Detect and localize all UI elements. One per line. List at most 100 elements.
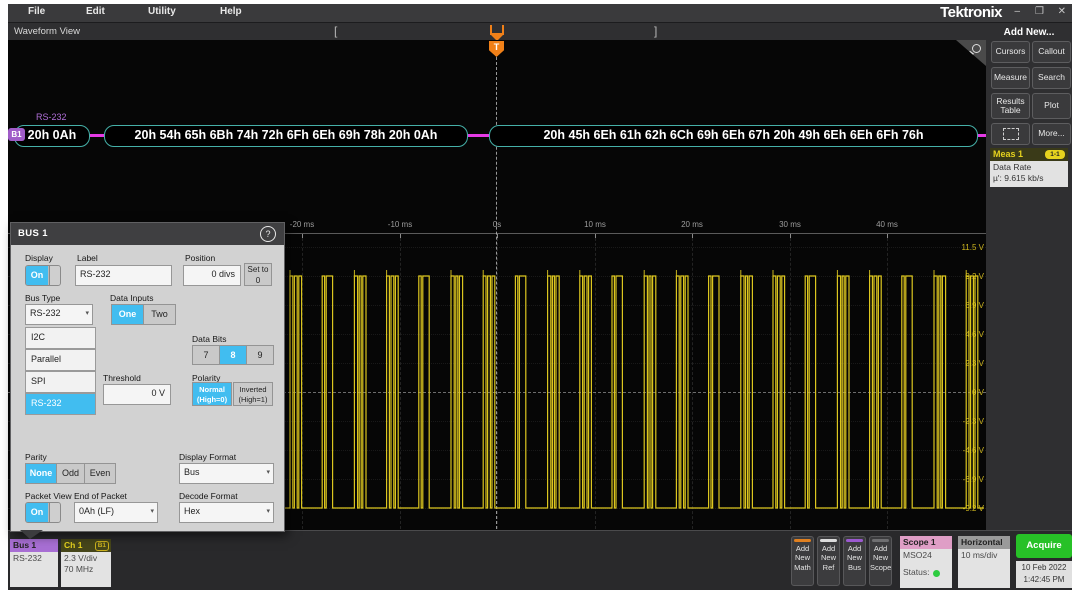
bus1-badge-body: RS-232 — [10, 552, 58, 565]
bus1-badge-header: Bus 1 — [10, 539, 58, 552]
status-green-dot — [933, 570, 940, 577]
ch1-badge-header: Ch 1 B1 — [61, 539, 111, 552]
tab-waveform-view[interactable]: Waveform View — [14, 26, 80, 37]
restore-icon[interactable]: ❐ — [1035, 6, 1044, 17]
bus1-source-badge: B1 — [8, 128, 25, 141]
display-format-label: Display Format — [179, 452, 236, 462]
bus-idle-line — [466, 134, 489, 137]
bus-decode-label: RS-232 — [36, 112, 67, 122]
bus-type-option-rs232[interactable]: RS-232 — [25, 393, 96, 415]
label-label: Label — [77, 253, 98, 263]
menu-edit[interactable]: Edit — [86, 6, 105, 17]
end-of-packet-dropdown[interactable]: 0Ah (LF)▾ — [74, 502, 158, 523]
right-sidebar: Add New... Cursors Callout Measure Searc… — [986, 23, 1072, 530]
meas1-type: Data Rate — [993, 162, 1065, 173]
dashed-rect-icon — [1003, 128, 1019, 140]
label-field[interactable]: RS-232 — [75, 265, 172, 286]
packet-view-toggle[interactable]: On — [25, 502, 61, 523]
dialog-header[interactable]: BUS 1 ? — [11, 223, 284, 245]
add-new-math-button[interactable]: Add New Math — [791, 536, 814, 586]
bottom-bar: Bus 1 RS-232 Ch 1 B1 2.3 V/div70 MHz Add… — [8, 530, 1072, 590]
trigger-position-marker-icon[interactable] — [490, 25, 504, 35]
zoom-range-bracket-open: [ — [334, 24, 337, 38]
horizontal-badge[interactable]: Horizontal 10 ms/div — [958, 536, 1010, 588]
data-inputs-one-button[interactable]: One — [111, 304, 144, 325]
close-icon[interactable]: ✕ — [1058, 6, 1066, 17]
menu-bar: File Edit Utility Help Tektronix – ❐ ✕ — [8, 4, 1072, 23]
bus-type-dropdown[interactable]: RS-232▾ — [25, 304, 93, 325]
dialog-pointer-wedge — [20, 530, 43, 539]
threshold-field[interactable]: 0 V — [103, 384, 171, 405]
display-format-dropdown[interactable]: Bus▾ — [179, 463, 274, 484]
scope1-badge-header: Scope 1 — [900, 536, 952, 549]
data-bits-9-button[interactable]: 9 — [246, 345, 274, 365]
polarity-inverted-button[interactable]: Inverted(High=1) — [233, 382, 273, 406]
bus-type-option-spi[interactable]: SPI — [25, 371, 96, 393]
data-bits-label: Data Bits — [192, 334, 227, 344]
data-inputs-two-button[interactable]: Two — [143, 304, 176, 325]
bus1-config-dialog: BUS 1 ? Display Label Position On RS-232… — [10, 222, 285, 532]
bus-type-option-parallel[interactable]: Parallel — [25, 349, 96, 371]
screenshot-stage: File Edit Utility Help Tektronix – ❐ ✕ W… — [0, 0, 1080, 595]
math-color-stripe — [794, 539, 811, 542]
decode-format-label: Decode Format — [179, 491, 238, 501]
set-to-zero-button[interactable]: Set to 0 — [244, 263, 272, 286]
display-toggle[interactable]: On — [25, 265, 61, 286]
toggle-knob — [49, 503, 60, 522]
results-table-button[interactable]: Results Table — [991, 93, 1030, 119]
capture-tool-button[interactable] — [991, 123, 1030, 145]
data-inputs-label: Data Inputs — [110, 293, 153, 303]
packet-view-on: On — [26, 503, 48, 522]
add-new-scope-button[interactable]: Add New Scope — [869, 536, 892, 586]
ch1-bus-chip: B1 — [95, 541, 109, 551]
menu-help[interactable]: Help — [220, 6, 242, 17]
bus-type-option-i2c[interactable]: I2C — [25, 327, 96, 349]
bus-color-stripe — [846, 539, 863, 542]
decode-format-dropdown[interactable]: Hex▾ — [179, 502, 274, 523]
add-new-title: Add New... — [986, 27, 1072, 38]
parity-none-button[interactable]: None — [25, 463, 57, 484]
meas1-results-badge[interactable]: Meas 1 1-1 Data Rate µ': 9.615 kb/s — [990, 148, 1068, 187]
measure-button[interactable]: Measure — [991, 67, 1030, 89]
parity-even-button[interactable]: Even — [84, 463, 116, 484]
acquire-button[interactable]: Acquire — [1016, 534, 1072, 558]
cursors-button[interactable]: Cursors — [991, 41, 1030, 63]
more-button[interactable]: More... — [1032, 123, 1071, 145]
end-of-packet-label: End of Packet — [74, 491, 127, 501]
parity-label: Parity — [25, 452, 47, 462]
polarity-normal-button[interactable]: Normal(High=0) — [192, 382, 232, 406]
scope1-badge[interactable]: Scope 1 MSO24 Status: — [900, 536, 952, 588]
view-tab-bar: Waveform View [ ] — [8, 23, 986, 40]
zoom-range-bracket-close: ] — [654, 24, 657, 38]
meas1-title: Meas 1 — [993, 149, 1023, 159]
dialog-title: BUS 1 — [18, 228, 48, 239]
position-field[interactable]: 0 divs — [183, 265, 241, 286]
help-icon[interactable]: ? — [260, 226, 276, 242]
add-new-bus-button[interactable]: Add New Bus — [843, 536, 866, 586]
display-on: On — [26, 266, 48, 285]
add-new-ref-button[interactable]: Add New Ref — [817, 536, 840, 586]
toggle-knob — [49, 266, 60, 285]
parity-odd-button[interactable]: Odd — [56, 463, 85, 484]
date-text: 10 Feb 2022 — [1016, 562, 1072, 574]
scope1-badge-body: MSO24 Status: — [900, 549, 952, 580]
bus-type-label: Bus Type — [25, 293, 60, 303]
ch1-badge-body: 2.3 V/div70 MHz — [61, 552, 111, 577]
bus1-badge[interactable]: Bus 1 RS-232 — [10, 539, 58, 587]
data-bits-8-button[interactable]: 8 — [219, 345, 247, 365]
horizontal-badge-header: Horizontal — [958, 536, 1010, 549]
search-button[interactable]: Search — [1032, 67, 1071, 89]
plot-button[interactable]: Plot — [1032, 93, 1071, 119]
position-label: Position — [185, 253, 215, 263]
menu-file[interactable]: File — [28, 6, 45, 17]
horizontal-badge-body: 10 ms/div — [958, 549, 1010, 562]
minimize-icon[interactable]: – — [1014, 6, 1020, 17]
meas1-value: µ': 9.615 kb/s — [993, 173, 1065, 184]
menu-utility[interactable]: Utility — [148, 6, 176, 17]
data-bits-7-button[interactable]: 7 — [192, 345, 220, 365]
ch1-badge[interactable]: Ch 1 B1 2.3 V/div70 MHz — [61, 539, 111, 587]
ref-color-stripe — [820, 539, 837, 542]
callout-button[interactable]: Callout — [1032, 41, 1071, 63]
tektronix-logo: Tektronix — [940, 4, 1002, 21]
decode-packet: 20h 0Ah — [14, 125, 90, 147]
